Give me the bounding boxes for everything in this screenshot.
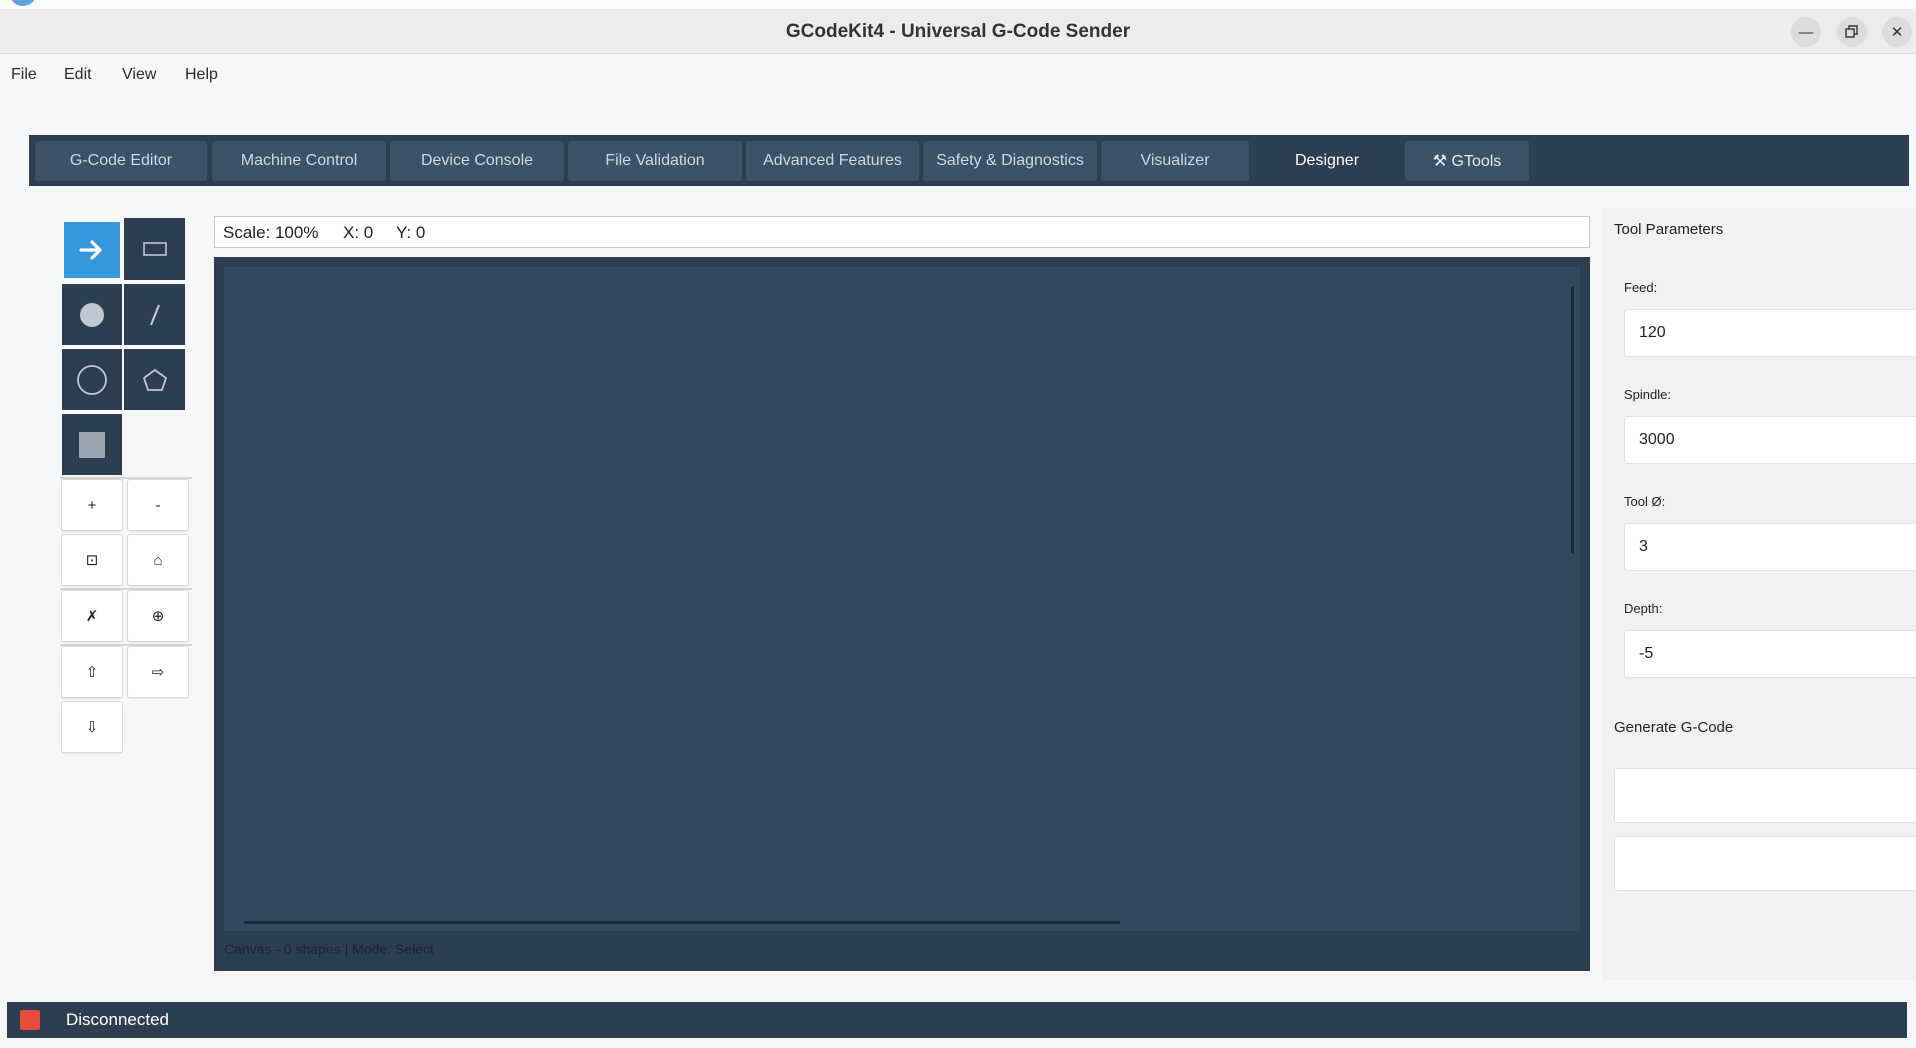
connection-status-text: Disconnected — [66, 1010, 170, 1029]
menu-help[interactable]: Help — [185, 66, 218, 84]
circle-tool-button[interactable] — [62, 349, 122, 410]
tab-machine-control[interactable]: Machine Control — [212, 141, 386, 181]
spindle-field[interactable]: 3000 — [1624, 416, 1916, 464]
circle-outline-icon — [77, 364, 107, 395]
select-tool-button[interactable] — [64, 222, 120, 278]
close-button[interactable]: ✕ — [1882, 17, 1912, 47]
window-titlebar: GCodeKit4 - Universal G-Code Sender — ✕ — [0, 9, 1916, 54]
feed-field[interactable]: 120 — [1624, 309, 1916, 357]
menu-bar: File Edit View Help — [0, 55, 1916, 95]
filled-square-icon — [79, 431, 105, 458]
canvas-status: Canvas - 0 shapes | Mode: Select — [224, 941, 434, 957]
spindle-label: Spindle: — [1624, 387, 1671, 402]
line-tool-button[interactable] — [124, 284, 185, 345]
delete-shape-button[interactable]: ✗ — [61, 590, 123, 642]
horizontal-scrollbar[interactable] — [244, 921, 1120, 924]
depth-field[interactable]: -5 — [1624, 630, 1916, 678]
line-icon — [149, 304, 160, 325]
minimize-button[interactable]: — — [1791, 17, 1821, 47]
zoom-out-button[interactable]: - — [127, 479, 189, 531]
y-readout: Y: 0 — [396, 223, 426, 242]
depth-label: Depth: — [1624, 601, 1663, 616]
home-view-button[interactable]: ⌂ — [127, 534, 189, 586]
menu-file[interactable]: File — [11, 66, 37, 84]
move-up-button[interactable]: ⇧ — [61, 646, 123, 698]
tab-bar: G-Code Editor Machine Control Device Con… — [29, 135, 1909, 186]
tab-file-validation[interactable]: File Validation — [568, 141, 742, 181]
polygon-tool-button[interactable] — [124, 349, 185, 410]
move-down-button[interactable]: ⇩ — [61, 701, 123, 753]
x-readout: X: 0 — [343, 223, 374, 242]
move-right-button[interactable]: ⇨ — [127, 646, 189, 698]
zoom-fit-button[interactable]: ⊡ — [61, 534, 123, 586]
restore-icon — [1845, 25, 1858, 38]
coordinate-bar: Scale: 100% X: 0 Y: 0 — [214, 216, 1590, 248]
center-view-button[interactable]: ⊕ — [127, 590, 189, 642]
vertical-scrollbar[interactable] — [1571, 286, 1574, 554]
minimize-icon: — — [1798, 23, 1814, 41]
top-strip — [0, 0, 1916, 9]
scale-readout: Scale: 100% — [223, 223, 319, 242]
connection-status-indicator — [20, 1010, 40, 1030]
filled-rectangle-tool-button[interactable] — [62, 414, 122, 475]
filled-circle-icon — [80, 302, 104, 327]
pentagon-icon — [142, 368, 167, 391]
menu-view[interactable]: View — [122, 66, 156, 84]
tool-parameters-title: Tool Parameters — [1614, 221, 1724, 238]
design-canvas[interactable] — [224, 267, 1580, 931]
menu-edit[interactable]: Edit — [64, 66, 92, 84]
tab-gcode-editor[interactable]: G-Code Editor — [35, 141, 207, 181]
tool-diameter-label: Tool Ø: — [1624, 494, 1666, 509]
tab-gtools[interactable]: ⚒ GTools — [1405, 141, 1529, 181]
window-title: GCodeKit4 - Universal G-Code Sender — [785, 21, 1131, 42]
maximize-button[interactable] — [1837, 17, 1867, 47]
tool-diameter-field[interactable]: 3 — [1624, 523, 1916, 571]
generate-action-button-secondary[interactable] — [1614, 836, 1916, 891]
generate-action-button[interactable] — [1614, 768, 1916, 823]
zoom-in-button[interactable]: + — [61, 479, 123, 531]
tab-visualizer[interactable]: Visualizer — [1101, 141, 1249, 181]
feed-label: Feed: — [1624, 280, 1658, 295]
generate-gcode-title: Generate G-Code — [1614, 719, 1734, 736]
tool-parameters-panel: Tool Parameters Feed: 120 Spindle: 3000 … — [1602, 208, 1916, 980]
design-canvas-frame: Canvas - 0 shapes | Mode: Select — [214, 257, 1590, 971]
tab-safety-diagnostics[interactable]: Safety & Diagnostics — [923, 141, 1097, 181]
status-bar: Disconnected — [7, 1002, 1907, 1038]
filled-circle-tool-button[interactable] — [62, 284, 122, 345]
tab-designer[interactable]: Designer — [1253, 141, 1401, 181]
close-icon: ✕ — [1890, 24, 1904, 41]
rectangle-tool-button[interactable] — [124, 218, 185, 280]
arrow-right-icon — [79, 240, 102, 260]
tab-advanced-features[interactable]: Advanced Features — [746, 141, 919, 181]
tab-device-console[interactable]: Device Console — [390, 141, 564, 181]
rectangle-icon — [142, 242, 167, 256]
